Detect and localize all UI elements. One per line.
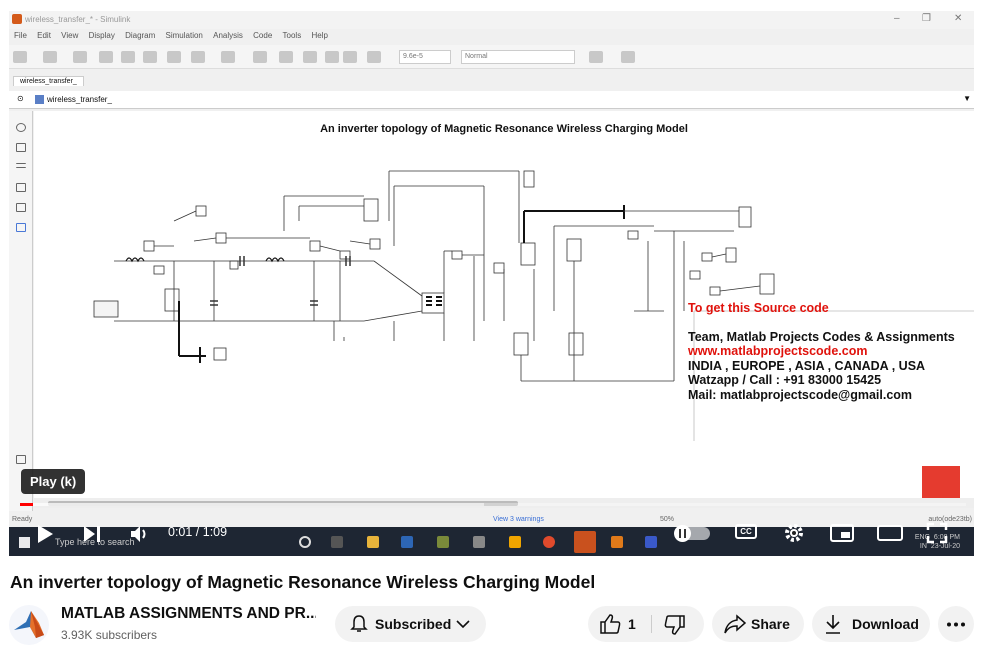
download-icon [826, 615, 840, 634]
theater-icon[interactable] [877, 523, 903, 543]
fit-view-icon [16, 143, 26, 152]
step-icon [279, 51, 293, 63]
minimize-icon: – [894, 13, 900, 24]
sim-mode-select: Normal [461, 50, 575, 64]
camera-icon [16, 455, 26, 464]
player-controls: 0:01 / 1:09 CC [9, 515, 974, 555]
settings-icon[interactable] [782, 521, 806, 545]
step-forward-icon [325, 51, 339, 63]
info-phone: Watzapp / Call : +91 83000 15425 [688, 373, 882, 387]
bell-icon [350, 615, 368, 632]
run-icon [303, 51, 317, 63]
image-icon [16, 203, 26, 212]
zoom-icon [16, 123, 26, 132]
share-button[interactable]: Share [712, 606, 804, 642]
video-player[interactable]: wireless_transfer_* - Simulink – ❐ ✕ Fil… [9, 11, 974, 556]
undo-icon [99, 51, 113, 63]
restore-icon: ❐ [922, 13, 931, 24]
open-icon [43, 51, 57, 63]
explorer-icon [221, 51, 235, 63]
step-back-icon [253, 51, 267, 63]
model-tab: wireless_transfer_ [13, 76, 84, 86]
save-icon [73, 51, 87, 63]
address-dropdown-icon: ▼ [963, 94, 971, 103]
progress-bar[interactable] [20, 503, 966, 506]
model-icon [35, 95, 44, 104]
info-team: Team, Matlab Projects Codes & Assignment… [688, 329, 955, 344]
info-heading: To get this Source code [688, 301, 829, 315]
menu-display: Display [88, 31, 115, 40]
info-mail: Mail: matlabprojectscode@gmail.com [688, 387, 913, 402]
channel-name[interactable]: MATLAB ASSIGNMENTS AND PR... [61, 605, 316, 623]
annotation-icon [16, 183, 26, 192]
simulink-addressbar: ⊙ wireless_transfer_ ▼ [9, 91, 974, 109]
more-icon [947, 622, 965, 627]
simulink-palette [9, 111, 33, 511]
simulink-app-icon [12, 14, 22, 24]
area-icon [16, 223, 26, 232]
like-dislike-group: 1 [588, 606, 704, 642]
model-advisor-icon [589, 51, 603, 63]
simulink-toolbar: 9.6e-5 Normal [9, 45, 974, 69]
menu-tools: Tools [282, 31, 302, 40]
menu-help: Help [311, 31, 328, 40]
simulink-menubar: File Edit View Display Diagram Simulatio… [9, 29, 974, 43]
time-display: 0:01 / 1:09 [168, 525, 228, 539]
menu-code: Code [253, 31, 273, 40]
like-button[interactable]: 1 [588, 606, 651, 642]
chevron-down-icon [456, 620, 470, 629]
close-icon: ✕ [954, 13, 963, 24]
info-website: www.matlabprojectscode.com [688, 344, 868, 358]
source-code-info: To get this Source code Team, Matlab Pro… [688, 301, 955, 402]
up-icon [143, 51, 157, 63]
new-model-icon [13, 51, 27, 63]
build-icon [621, 51, 635, 63]
miniplayer-icon[interactable] [830, 523, 854, 543]
arrow-icon [16, 163, 26, 168]
stop-icon [343, 51, 357, 63]
like-count: 1 [628, 616, 636, 632]
redo-icon [121, 51, 135, 63]
autoplay-toggle[interactable] [674, 525, 710, 542]
matlab-logo-icon [14, 611, 44, 638]
record-icon [367, 51, 381, 63]
subscribe-label: Subscribed [375, 616, 452, 632]
subscribe-button[interactable]: Subscribed [335, 606, 486, 642]
hide-browser-icon: ⊙ [17, 94, 24, 103]
simulink-tabbar: wireless_transfer_ [9, 75, 974, 89]
info-regions: INDIA , EUROPE , ASIA , CANADA , USA [688, 358, 926, 373]
play-tooltip: Play (k) [21, 469, 86, 494]
simulink-titlebar: wireless_transfer_* - Simulink – ❐ ✕ [9, 11, 974, 29]
menu-analysis: Analysis [213, 31, 243, 40]
menu-diagram: Diagram [125, 31, 156, 40]
share-icon [724, 614, 746, 634]
dislike-button[interactable] [652, 606, 704, 642]
download-button[interactable]: Download [812, 606, 930, 642]
menu-view: View [61, 31, 79, 40]
next-icon[interactable] [82, 525, 102, 543]
cc-icon[interactable]: CC [735, 524, 757, 539]
stop-time-field: 9.6e-5 [399, 50, 451, 64]
library-icon [167, 51, 181, 63]
progress-played [20, 503, 34, 506]
subscriber-count: 3.93K subscribers [61, 628, 158, 642]
more-actions-button[interactable] [938, 606, 974, 642]
model-path: wireless_transfer_ [47, 95, 112, 104]
menu-simulation: Simulation [165, 31, 203, 40]
share-label: Share [751, 616, 790, 632]
play-icon[interactable] [35, 523, 55, 545]
simulink-window-title: wireless_transfer_* - Simulink [25, 15, 131, 24]
menu-edit: Edit [37, 31, 51, 40]
video-title: An inverter topology of Magnetic Resonan… [10, 572, 596, 592]
volume-icon[interactable] [129, 524, 151, 544]
progress-buffered [20, 503, 484, 506]
thumbs-down-icon [664, 615, 685, 635]
channel-avatar[interactable] [9, 605, 49, 645]
menu-file: File [14, 31, 27, 40]
fullscreen-icon[interactable] [926, 522, 948, 544]
model-canvas: An inverter topology of Magnetic Resonan… [34, 111, 974, 506]
config-icon [191, 51, 205, 63]
thumbs-up-icon [600, 614, 621, 634]
download-label: Download [852, 616, 919, 632]
